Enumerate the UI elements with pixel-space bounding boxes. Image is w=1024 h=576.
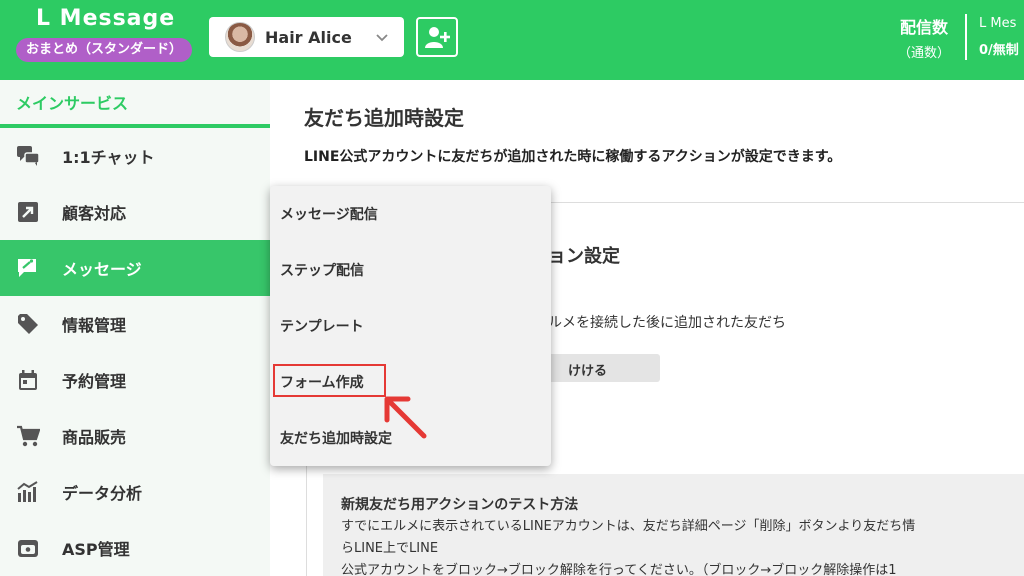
sidebar-item-info[interactable]: 情報管理: [0, 296, 270, 352]
add-friend-button[interactable]: [416, 17, 458, 57]
page-title: 友だち追加時設定: [304, 106, 464, 130]
plan-badge: おまとめ（スタンダード）: [16, 38, 193, 62]
settings-button[interactable]: けける: [540, 354, 660, 382]
plan-usage: L Mes 0/無制: [979, 16, 1019, 58]
account-name: Hair Alice: [265, 27, 352, 47]
test-method-note: 新規友だち用アクションのテスト方法 すでにエルメに表示されているLINEアカウン…: [323, 474, 1024, 576]
sidebar-item-label: 情報管理: [62, 316, 127, 335]
menu-item-step-delivery[interactable]: ステップ配信: [280, 260, 364, 280]
sidebar-item-reservation[interactable]: 予約管理: [0, 352, 270, 408]
sidebar-item-label: 顧客対応: [62, 204, 127, 223]
menu-item-template[interactable]: テンプレート: [280, 316, 364, 336]
menu-item-message-delivery[interactable]: メッセージ配信: [280, 204, 378, 224]
plan-usage-value: 0/無制: [979, 43, 1019, 58]
sidebar-item-sales[interactable]: 商品販売: [0, 408, 270, 464]
settings-button-label: けける: [568, 364, 608, 379]
calendar-icon: [16, 368, 40, 392]
menu-item-friend-add-settings[interactable]: 友だち追加時設定: [280, 428, 392, 448]
sidebar-item-analytics[interactable]: データ分析: [0, 464, 270, 520]
card-text: ルメを接続した後に追加された友だち: [548, 315, 786, 331]
sidebar-item-message[interactable]: メッセージ: [0, 240, 270, 296]
note-title: 新規友だち用アクションのテスト方法: [341, 497, 579, 513]
avatar: [225, 22, 255, 52]
sidebar-item-label: メッセージ: [62, 260, 142, 279]
sidebar-item-customer[interactable]: 顧客対応: [0, 184, 270, 240]
message-icon: [16, 256, 40, 280]
account-selector[interactable]: Hair Alice: [209, 17, 404, 57]
delivery-sub: （通数）: [898, 46, 951, 61]
sidebar-item-label: 商品販売: [62, 428, 127, 447]
sidebar-item-chat[interactable]: 1:1チャット: [0, 128, 270, 184]
chat-icon: [16, 144, 40, 168]
header-divider: [965, 14, 967, 60]
sidebar-item-asp[interactable]: ASP管理: [0, 520, 270, 576]
note-line: すでにエルメに表示されているLINEアカウントは、友だち詳細ページ「削除」ボタン…: [341, 519, 916, 534]
chart-icon: [16, 480, 40, 504]
delivery-count: 配信数 （通数）: [898, 14, 950, 61]
tag-icon: [16, 312, 40, 336]
brand-logo[interactable]: L Message: [36, 6, 175, 31]
top-header: L Message おまとめ（スタンダード） Hair Alice 配信数 （通…: [0, 0, 1024, 80]
plan-usage-label: L Mes: [979, 16, 1017, 31]
pointer-arrow-icon: [384, 396, 427, 439]
page-description: LINE公式アカウントに友だちが追加された時に稼働するアクションが設定できます。: [304, 149, 842, 165]
delivery-label: 配信数: [900, 18, 949, 37]
highlight-box: [273, 364, 386, 397]
note-line: らLINE上でLINE: [341, 541, 439, 556]
chevron-down-icon: [376, 34, 388, 42]
card-title: ョン設定: [548, 246, 620, 267]
cart-icon: [16, 424, 40, 448]
add-user-icon: [425, 27, 450, 48]
sidebar-heading: メインサービス: [0, 80, 270, 128]
sidebar-item-label: 1:1チャット: [62, 148, 155, 167]
sidebar-item-label: 予約管理: [62, 372, 127, 391]
note-line: 公式アカウントをブロック→ブロック解除を行ってください。（ブロック→ブロック解除…: [341, 563, 897, 576]
arrow-box-icon: [16, 200, 40, 224]
wallet-icon: [16, 536, 40, 560]
sidebar-item-label: ASP管理: [62, 540, 130, 559]
sidebar-item-label: データ分析: [62, 484, 143, 503]
